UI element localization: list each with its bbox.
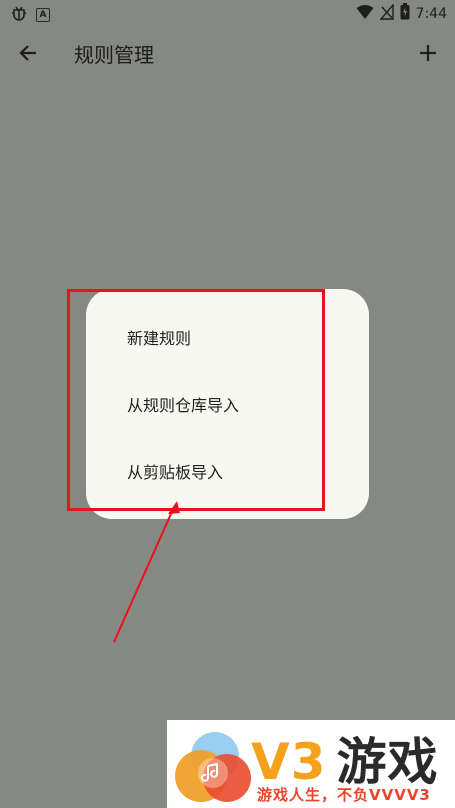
app-bar: 规则管理 bbox=[0, 26, 455, 82]
battery-icon bbox=[400, 3, 410, 24]
watermark: V3 游戏 游戏人生，不负VVVV3 bbox=[167, 720, 455, 808]
status-time: 7:44 bbox=[415, 5, 447, 22]
bug-icon bbox=[10, 4, 28, 26]
arrow-left-icon bbox=[14, 45, 44, 72]
watermark-games: 游戏 bbox=[336, 733, 439, 791]
back-button[interactable] bbox=[14, 38, 44, 68]
watermark-v3: V3 bbox=[251, 733, 327, 791]
annotation-highlight-box bbox=[67, 289, 325, 511]
wifi-icon bbox=[356, 4, 374, 24]
status-right: 7:44 bbox=[356, 2, 447, 24]
status-bar: A 7:44 bbox=[0, 0, 455, 26]
status-left: A bbox=[10, 4, 50, 26]
add-rule-button[interactable] bbox=[413, 38, 443, 68]
no-signal-icon bbox=[379, 2, 394, 24]
watermark-logo bbox=[171, 726, 255, 804]
page-title: 规则管理 bbox=[74, 43, 154, 67]
plus-icon bbox=[413, 45, 443, 72]
watermark-slogan: 游戏人生，不负VVVV3 bbox=[257, 786, 431, 804]
notification-a-icon: A bbox=[36, 8, 50, 22]
